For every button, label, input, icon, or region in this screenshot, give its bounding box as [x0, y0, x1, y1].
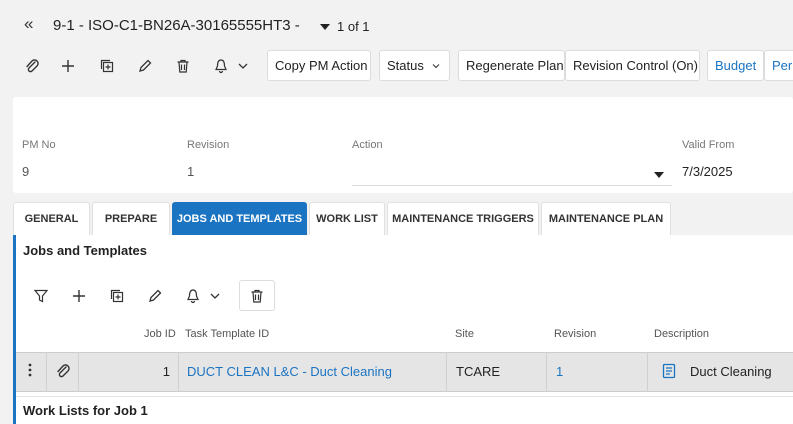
permissions-button[interactable]: Perm: [764, 50, 793, 81]
description-cell: Duct Cleaning: [690, 364, 772, 379]
delete-row-button[interactable]: [239, 280, 275, 311]
revision-value: 1: [187, 164, 195, 179]
work-lists-section-title: Work Lists for Job 1: [23, 403, 148, 418]
title-bar: « 9-1 - ISO-C1-BN26A-30165555HT3 - 1 of …: [0, 0, 793, 48]
col-header-task-template-id[interactable]: Task Template ID: [185, 328, 269, 340]
valid-from-label: Valid From: [682, 139, 735, 151]
col-header-site[interactable]: Site: [455, 328, 474, 340]
delete-trash-icon: [251, 289, 263, 303]
chevron-down-icon[interactable]: [233, 56, 253, 76]
record-counter: 1 of 1: [337, 19, 370, 34]
chevron-down-icon[interactable]: [205, 286, 225, 306]
chevron-down-icon: [432, 63, 440, 68]
regenerate-plan-button[interactable]: Regenerate Plan: [458, 50, 565, 81]
add-icon[interactable]: [58, 56, 78, 76]
section-title: Jobs and Templates: [23, 243, 148, 258]
status-dropdown-button[interactable]: Status: [379, 50, 450, 81]
pm-no-label: PM No: [22, 139, 56, 151]
revision-label: Revision: [187, 139, 230, 151]
task-template-link[interactable]: DUCT CLEAN L&C - Duct Cleaning: [187, 364, 392, 379]
edit-pencil-icon[interactable]: [145, 286, 165, 306]
copy-pm-action-button[interactable]: Copy PM Action: [267, 50, 371, 81]
revision-link[interactable]: 1: [556, 364, 563, 379]
edit-pencil-icon[interactable]: [135, 56, 155, 76]
paperclip-icon[interactable]: [22, 56, 42, 76]
column-divider: [546, 352, 547, 392]
tab-maintenance-plan[interactable]: MAINTENANCE PLAN: [541, 202, 671, 235]
row-menu-icon[interactable]: [26, 362, 34, 381]
column-divider: [178, 352, 179, 392]
pm-no-value: 9: [22, 164, 30, 179]
delete-trash-icon[interactable]: [173, 56, 193, 76]
notification-bell-icon[interactable]: [183, 286, 203, 306]
dropdown-caret-icon[interactable]: [654, 167, 664, 182]
notification-bell-icon[interactable]: [211, 56, 231, 76]
document-icon[interactable]: [662, 363, 676, 382]
tab-jobs-and-templates[interactable]: JOBS AND TEMPLATES: [172, 202, 307, 235]
page-title: 9-1 - ISO-C1-BN26A-30165555HT3 -: [53, 17, 300, 34]
tab-general[interactable]: GENERAL: [13, 202, 90, 235]
paperclip-icon[interactable]: [55, 363, 71, 382]
collapse-back-icon[interactable]: «: [24, 14, 33, 34]
tab-maintenance-triggers[interactable]: MAINTENANCE TRIGGERS: [387, 202, 539, 235]
site-cell: TCARE: [456, 364, 501, 379]
add-icon[interactable]: [69, 286, 89, 306]
tab-work-list[interactable]: WORK LIST: [309, 202, 385, 235]
budget-button[interactable]: Budget: [707, 50, 764, 81]
record-dropdown-icon[interactable]: [320, 19, 330, 34]
duplicate-icon[interactable]: [107, 286, 127, 306]
section-divider: [16, 396, 793, 397]
col-header-job-id[interactable]: Job ID: [144, 328, 176, 340]
action-label: Action: [352, 139, 383, 151]
valid-from-value[interactable]: 7/3/2025: [682, 164, 733, 179]
column-divider: [46, 352, 47, 392]
tab-prepare[interactable]: PREPARE: [92, 202, 170, 235]
table-row[interactable]: [16, 352, 793, 392]
col-header-revision[interactable]: Revision: [554, 328, 596, 340]
col-header-description[interactable]: Description: [654, 328, 709, 340]
filter-icon[interactable]: [31, 286, 51, 306]
column-divider: [78, 352, 79, 392]
action-select[interactable]: [352, 155, 672, 186]
column-divider: [446, 352, 447, 392]
duplicate-icon[interactable]: [97, 56, 117, 76]
job-id-cell: 1: [162, 364, 170, 379]
revision-control-button[interactable]: Revision Control (On): [565, 50, 700, 81]
column-divider: [647, 352, 648, 392]
